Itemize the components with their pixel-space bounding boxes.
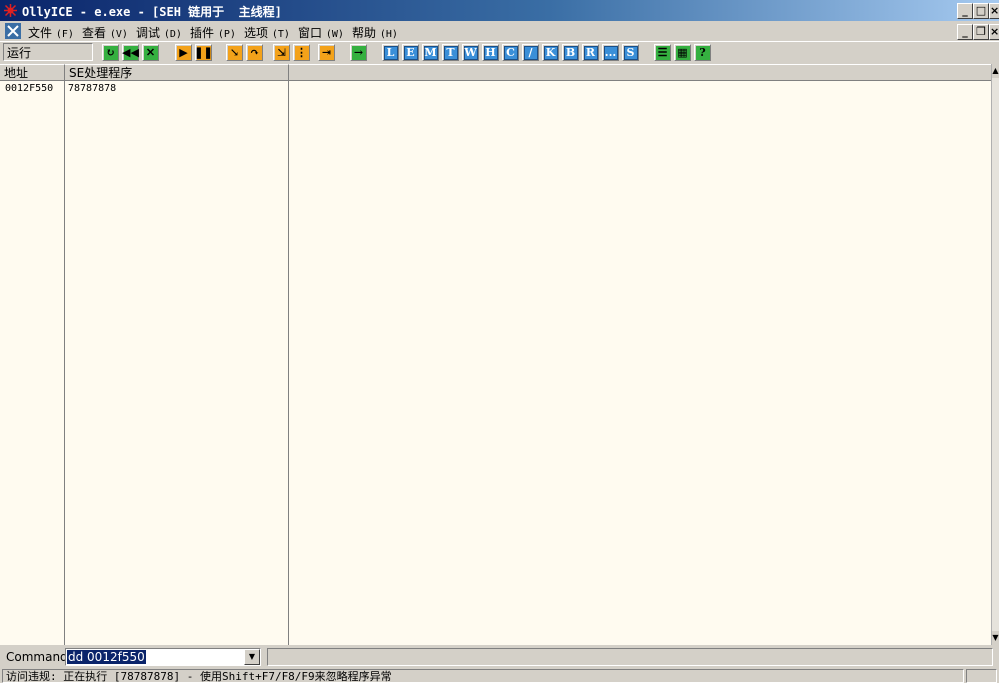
status-state-panel: [966, 669, 997, 683]
list-view-button[interactable]: ☰: [654, 44, 671, 61]
breakpoints-window-button[interactable]: B: [562, 44, 579, 61]
menu-debug[interactable]: 调试 (D): [136, 24, 182, 41]
menu-plugins[interactable]: 插件 (P): [190, 24, 236, 41]
cpu-window-button[interactable]: C: [502, 44, 519, 61]
windows-window-button[interactable]: W: [462, 44, 479, 61]
patches-window-button[interactable]: /: [522, 44, 539, 61]
goto-arrow-icon: →: [351, 45, 366, 60]
pause-button[interactable]: ❚❚: [194, 44, 213, 61]
trace-into-button[interactable]: ⇲: [273, 44, 290, 61]
grid-icon: ▦: [675, 45, 690, 60]
ollydbg-bug-icon: [4, 4, 17, 17]
grid-view-button[interactable]: ▦: [674, 44, 691, 61]
close-button[interactable]: ×: [989, 3, 999, 19]
play-icon: ▶: [176, 45, 191, 60]
child-window-icon: [5, 23, 21, 39]
goto-button[interactable]: →: [350, 44, 367, 61]
column-header-empty: [289, 64, 992, 81]
vertical-scrollbar[interactable]: ▲ ▼: [991, 64, 999, 645]
handles-window-button[interactable]: H: [482, 44, 499, 61]
restart-button[interactable]: ◀◀: [122, 44, 139, 61]
close-program-button[interactable]: ✕: [142, 44, 159, 61]
question-icon: ?: [695, 45, 710, 60]
maximize-button[interactable]: □: [973, 3, 989, 19]
step-over-icon: ↷: [247, 45, 262, 60]
menu-window[interactable]: 窗口 (W): [298, 24, 344, 41]
table-row-address[interactable]: 0012F550: [5, 83, 53, 94]
menu-options[interactable]: 选项 (T): [244, 24, 290, 41]
command-bar: Command dd 0012f550 ▼: [0, 645, 999, 669]
toolbar: 运行 ↻ ◀◀ ✕ ▶ ❚❚ ↘ ↷ ⇲ ⋮ ⇥ → L E M T W H C…: [0, 41, 999, 65]
title-bar: OllyICE - e.exe - [SEH 链用于 主线程] _ □ ×: [0, 0, 999, 21]
run-state-label: 运行: [3, 43, 93, 61]
return-icon: ⇥: [319, 45, 334, 60]
modules-window-button[interactable]: E: [402, 44, 419, 61]
column-divider: [288, 81, 289, 645]
memory-window-button[interactable]: M: [422, 44, 439, 61]
command-input-value[interactable]: dd 0012f550: [67, 650, 146, 664]
column-header-address[interactable]: 地址: [0, 64, 65, 81]
child-close-button[interactable]: ×: [989, 24, 999, 40]
open-button[interactable]: ↻: [102, 44, 119, 61]
list-icon: ☰: [655, 45, 670, 60]
run-trace-window-button[interactable]: ...: [602, 44, 619, 61]
step-into-icon: ↘: [227, 45, 242, 60]
pause-icon: ❚❚: [194, 45, 213, 60]
menu-file[interactable]: 文件 (F): [28, 24, 74, 41]
chevron-down-icon: ▼: [248, 652, 256, 661]
references-window-button[interactable]: R: [582, 44, 599, 61]
close-x-icon: ✕: [143, 45, 158, 60]
step-over-button[interactable]: ↷: [246, 44, 263, 61]
command-label: Command: [6, 650, 68, 664]
seh-chain-pane[interactable]: 地址 SE处理程序 0012F550 78787878 ▲ ▼: [0, 64, 999, 645]
child-minimize-button[interactable]: _: [957, 24, 973, 40]
scroll-up-icon[interactable]: ▲: [992, 64, 999, 78]
menu-view[interactable]: 查看 (V): [82, 24, 128, 41]
trace-into-icon: ⇲: [274, 45, 289, 60]
run-button[interactable]: ▶: [175, 44, 192, 61]
step-into-button[interactable]: ↘: [226, 44, 243, 61]
trace-over-button[interactable]: ⋮: [293, 44, 310, 61]
log-window-button[interactable]: L: [382, 44, 399, 61]
command-input[interactable]: dd 0012f550 ▼: [65, 648, 261, 666]
column-header-handler[interactable]: SE处理程序: [65, 64, 289, 81]
child-restore-button[interactable]: ❐: [973, 24, 989, 40]
threads-window-button[interactable]: T: [442, 44, 459, 61]
menu-bar: 文件 (F) 查看 (V) 调试 (D) 插件 (P) 选项 (T) 窗口 (W…: [0, 21, 999, 41]
status-text: 访问违规: 正在执行 [78787878] - 使用Shift+F7/F8/F9…: [2, 669, 964, 683]
execute-till-return-button[interactable]: ⇥: [318, 44, 335, 61]
minimize-button[interactable]: _: [957, 3, 973, 19]
menu-help[interactable]: 帮助 (H): [352, 24, 398, 41]
call-stack-window-button[interactable]: K: [542, 44, 559, 61]
table-row-handler[interactable]: 78787878: [68, 83, 116, 94]
help-button[interactable]: ?: [694, 44, 711, 61]
window-title: OllyICE - e.exe - [SEH 链用于 主线程]: [22, 5, 282, 19]
source-window-button[interactable]: S: [622, 44, 639, 61]
command-info-field: [267, 648, 993, 666]
command-dropdown-button[interactable]: ▼: [244, 649, 260, 665]
trace-over-icon: ⋮: [294, 45, 309, 60]
column-divider: [64, 81, 65, 645]
status-bar: 访问违规: 正在执行 [78787878] - 使用Shift+F7/F8/F9…: [0, 669, 999, 683]
open-icon: ↻: [103, 45, 118, 60]
rewind-icon: ◀◀: [122, 45, 139, 60]
scroll-down-icon[interactable]: ▼: [992, 631, 999, 645]
